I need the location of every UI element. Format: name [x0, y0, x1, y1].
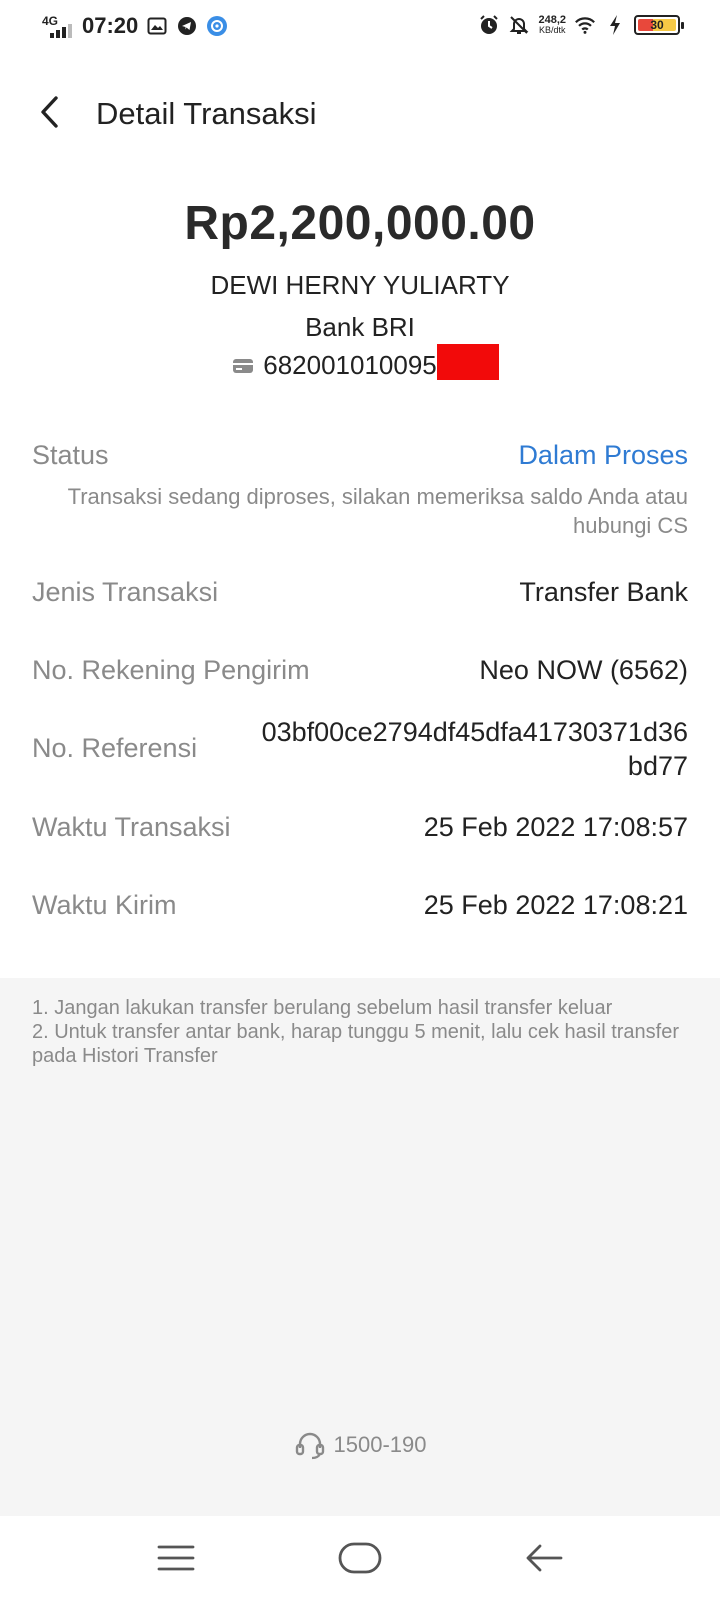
- status-time: 07:20: [82, 13, 139, 38]
- back-button[interactable]: [28, 90, 72, 134]
- battery-level: 30: [650, 18, 664, 32]
- notifications-off-icon: [508, 14, 530, 36]
- status-row: Status Dalam Proses Transaksi sedang dip…: [32, 440, 688, 540]
- type-label: Jenis Transaksi: [32, 577, 219, 607]
- account-number: 682001010095: [263, 344, 499, 381]
- telegram-icon: [176, 15, 198, 37]
- page-title: Detail Transaksi: [96, 96, 317, 131]
- transaction-amount: Rp2,200,000.00: [184, 197, 536, 250]
- status-description: Transaksi sedang diproses, silakan memer…: [67, 484, 688, 538]
- nav-home-button[interactable]: [330, 1534, 390, 1582]
- recipient-name: DEWI HERNY YULIARTY: [210, 270, 510, 300]
- transaction-time-label: Waktu Transaksi: [32, 812, 231, 842]
- sender-account-value: Neo NOW (6562): [479, 655, 688, 685]
- reference-label: No. Referensi: [32, 733, 198, 763]
- support-hotline[interactable]: 1500-190: [0, 1430, 720, 1460]
- system-navigation-bar: [0, 1516, 720, 1600]
- home-icon: [338, 1542, 382, 1574]
- transfer-notes: 1. Jangan lakukan transfer berulang sebe…: [32, 996, 688, 1068]
- type-value: Transfer Bank: [519, 577, 688, 607]
- note-line-2: 2. Untuk transfer antar bank, harap tung…: [32, 1021, 680, 1067]
- status-bar-left: 4G 07:20: [40, 12, 228, 40]
- alarm-icon: [478, 14, 500, 36]
- status-label: Status: [32, 440, 109, 470]
- reference-value: 03bf00ce2794df45dfa41730371d36bd77: [261, 717, 688, 781]
- account-number-row: 682001010095: [0, 344, 720, 381]
- sender-account-label: No. Rekening Pengirim: [32, 655, 310, 685]
- status-bar: 4G 07:20 248,2 KB/dtk 30: [0, 0, 720, 56]
- send-time-label: Waktu Kirim: [32, 890, 177, 920]
- nav-back-button[interactable]: [514, 1534, 574, 1582]
- app-notification-icon: [206, 15, 228, 37]
- card-icon: [233, 358, 254, 373]
- app-header: Detail Transaksi: [0, 82, 720, 144]
- redaction-box: [436, 344, 499, 380]
- chevron-left-icon: [41, 96, 58, 128]
- status-bar-right: 248,2 KB/dtk 30: [478, 14, 684, 36]
- charging-icon: [604, 14, 626, 36]
- hotline-number: 1500-190: [333, 1432, 427, 1457]
- arrow-left-icon: [526, 1544, 563, 1572]
- send-time-value: 25 Feb 2022 17:08:21: [423, 890, 688, 920]
- menu-icon: [157, 1545, 195, 1571]
- transaction-time-value: 25 Feb 2022 17:08:57: [423, 812, 688, 842]
- headset-icon: [295, 1432, 324, 1460]
- wifi-icon: [574, 14, 596, 36]
- footer-section: 1. Jangan lakukan transfer berulang sebe…: [0, 978, 720, 1516]
- cellular-signal-icon: 4G: [40, 12, 72, 40]
- battery-icon: 30: [634, 15, 684, 35]
- network-speed: 248,2 KB/dtk: [538, 14, 566, 36]
- note-line-1: 1. Jangan lakukan transfer berulang sebe…: [32, 997, 613, 1019]
- bank-name: Bank BRI: [305, 312, 415, 342]
- nav-menu-button[interactable]: [146, 1534, 206, 1582]
- status-value: Dalam Proses: [518, 440, 688, 470]
- gallery-notification-icon: [146, 15, 168, 37]
